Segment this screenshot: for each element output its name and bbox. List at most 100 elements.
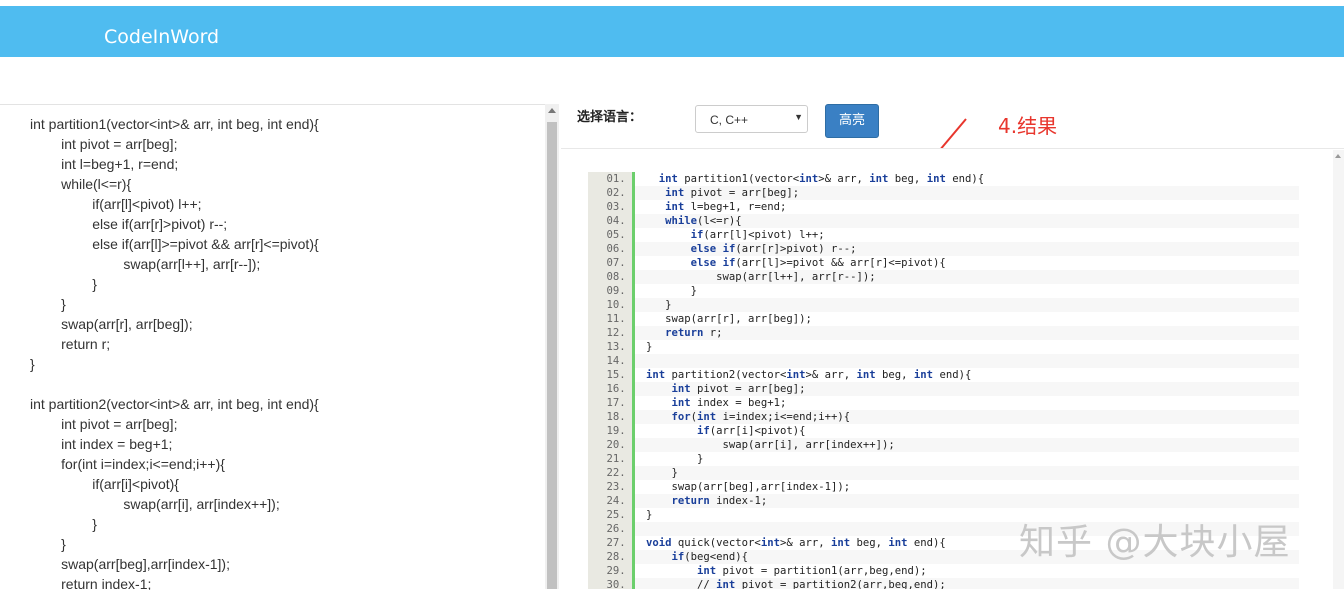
gutter-bar [632,550,635,564]
line-number: 25. [588,508,632,522]
gutter-bar [632,326,635,340]
code-line-text: int pivot = arr[beg]; [671,383,806,395]
code-line: 29. int pivot = partition1(arr,beg,end); [588,564,1299,578]
gutter-bar [632,382,635,396]
gutter-bar [632,340,635,354]
scroll-up-arrow-icon[interactable] [548,108,556,113]
source-code-text[interactable]: int partition1(vector<int>& arr, int beg… [0,105,545,590]
source-code-line: if(arr[l]<pivot) l++; [30,196,202,212]
code-line-text: } [646,341,653,353]
gutter-bar [632,578,635,589]
line-number: 27. [588,536,632,550]
gutter-bar [632,536,635,550]
source-code-line: swap(arr[i], arr[index++]); [30,496,280,512]
scroll-up-arrow-icon[interactable] [1335,154,1341,158]
source-code-line: swap(arr[l++], arr[r--]); [30,256,261,272]
language-select[interactable]: C, C++ ▼ [695,105,808,133]
code-line-text: swap(arr[r], arr[beg]); [646,313,812,325]
code-line-text: return index-1; [671,495,768,507]
code-line-text: if(arr[l]<pivot) l++; [690,229,825,241]
code-line: 16. int pivot = arr[beg]; [588,382,1299,396]
line-number: 13. [588,340,632,354]
code-line: 05. if(arr[l]<pivot) l++; [588,228,1299,242]
line-number: 06. [588,242,632,256]
code-line-text: int partition1(vector<int>& arr, int beg… [658,173,985,185]
line-number: 20. [588,438,632,452]
editor-scroll-thumb[interactable] [547,122,557,589]
editor-scrollbar[interactable] [545,104,559,589]
gutter-bar [632,200,635,214]
code-line: 12. return r; [588,326,1299,340]
gutter-bar [632,424,635,438]
line-number: 16. [588,382,632,396]
line-number: 14. [588,354,632,368]
source-code-line: if(arr[i]<pivot){ [30,476,179,492]
code-line: 11. swap(arr[r], arr[beg]); [588,312,1299,326]
code-line-text: for(int i=index;i<=end;i++){ [671,411,851,423]
result-scrollbar[interactable] [1333,150,1344,589]
code-line-text: swap(arr[i], arr[index++]); [646,439,895,451]
gutter-bar [632,410,635,424]
line-number: 21. [588,452,632,466]
gutter-bar [632,466,635,480]
line-number: 07. [588,256,632,270]
line-number: 12. [588,326,632,340]
gutter-bar [632,480,635,494]
code-line-text: swap(arr[beg],arr[index-1]); [646,481,851,493]
source-code-line: } [30,536,66,552]
line-number: 08. [588,270,632,284]
gutter-bar [632,228,635,242]
line-number: 29. [588,564,632,578]
line-number: 18. [588,410,632,424]
code-line-text: int pivot = arr[beg]; [665,187,800,199]
line-number: 23. [588,480,632,494]
code-line: 14. [588,354,1299,368]
line-number: 19. [588,424,632,438]
source-code-line: else if(arr[l]>=pivot && arr[r]<=pivot){ [30,236,319,252]
source-code-line: } [30,516,97,532]
source-code-line: while(l<=r){ [30,176,132,192]
source-code-line: int l=beg+1, r=end; [30,156,179,172]
source-code-line: int partition2(vector<int>& arr, int beg… [30,396,319,412]
source-code-line [30,374,545,394]
source-code-editor[interactable]: int partition1(vector<int>& arr, int beg… [0,104,545,590]
gutter-bar [632,256,635,270]
code-line-text: return r; [665,327,723,339]
source-code-line: int pivot = arr[beg]; [30,416,178,432]
gutter-bar [632,438,635,452]
gutter-bar [632,452,635,466]
source-code-line: } [30,276,97,292]
gutter-bar [632,564,635,578]
source-code-line: int index = beg+1; [30,436,173,452]
code-line-text: while(l<=r){ [665,215,742,227]
line-number: 03. [588,200,632,214]
line-number: 26. [588,522,632,536]
gutter-bar [632,214,635,228]
line-number: 01. [588,172,632,186]
code-line-text: else if(arr[r]>pivot) r--; [690,243,857,255]
code-line-text: if(arr[i]<pivot){ [697,425,806,437]
brand-logo-text[interactable]: CodeInWord [104,26,219,48]
gutter-bar [632,270,635,284]
source-code-line: int partition1(vector<int>& arr, int beg… [30,116,319,132]
result-annotation: 4.结果 [998,114,1058,138]
code-line: 22. } [588,466,1299,480]
source-code-line: int pivot = arr[beg]; [30,136,178,152]
highlight-button[interactable]: 高亮 [825,104,879,138]
code-line-text: int partition2(vector<int>& arr, int beg… [646,369,972,381]
code-line-text: } [646,299,672,311]
code-line: 03. int l=beg+1, r=end; [588,200,1299,214]
watermark: 知乎 @大块小屋 [1019,522,1291,563]
gutter-bar [632,368,635,382]
line-number: 04. [588,214,632,228]
source-code-line: swap(arr[r], arr[beg]); [30,316,193,332]
code-line-text: else if(arr[l]>=pivot && arr[r]<=pivot){ [690,257,946,269]
code-line-text: // int pivot = partition2(arr,beg,end); [646,579,946,589]
code-line-text: int pivot = partition1(arr,beg,end); [697,565,927,577]
gutter-bar [632,312,635,326]
code-line: 23. swap(arr[beg],arr[index-1]); [588,480,1299,494]
code-line: 19. if(arr[i]<pivot){ [588,424,1299,438]
line-number: 02. [588,186,632,200]
gutter-bar [632,186,635,200]
gutter-bar [632,172,635,186]
